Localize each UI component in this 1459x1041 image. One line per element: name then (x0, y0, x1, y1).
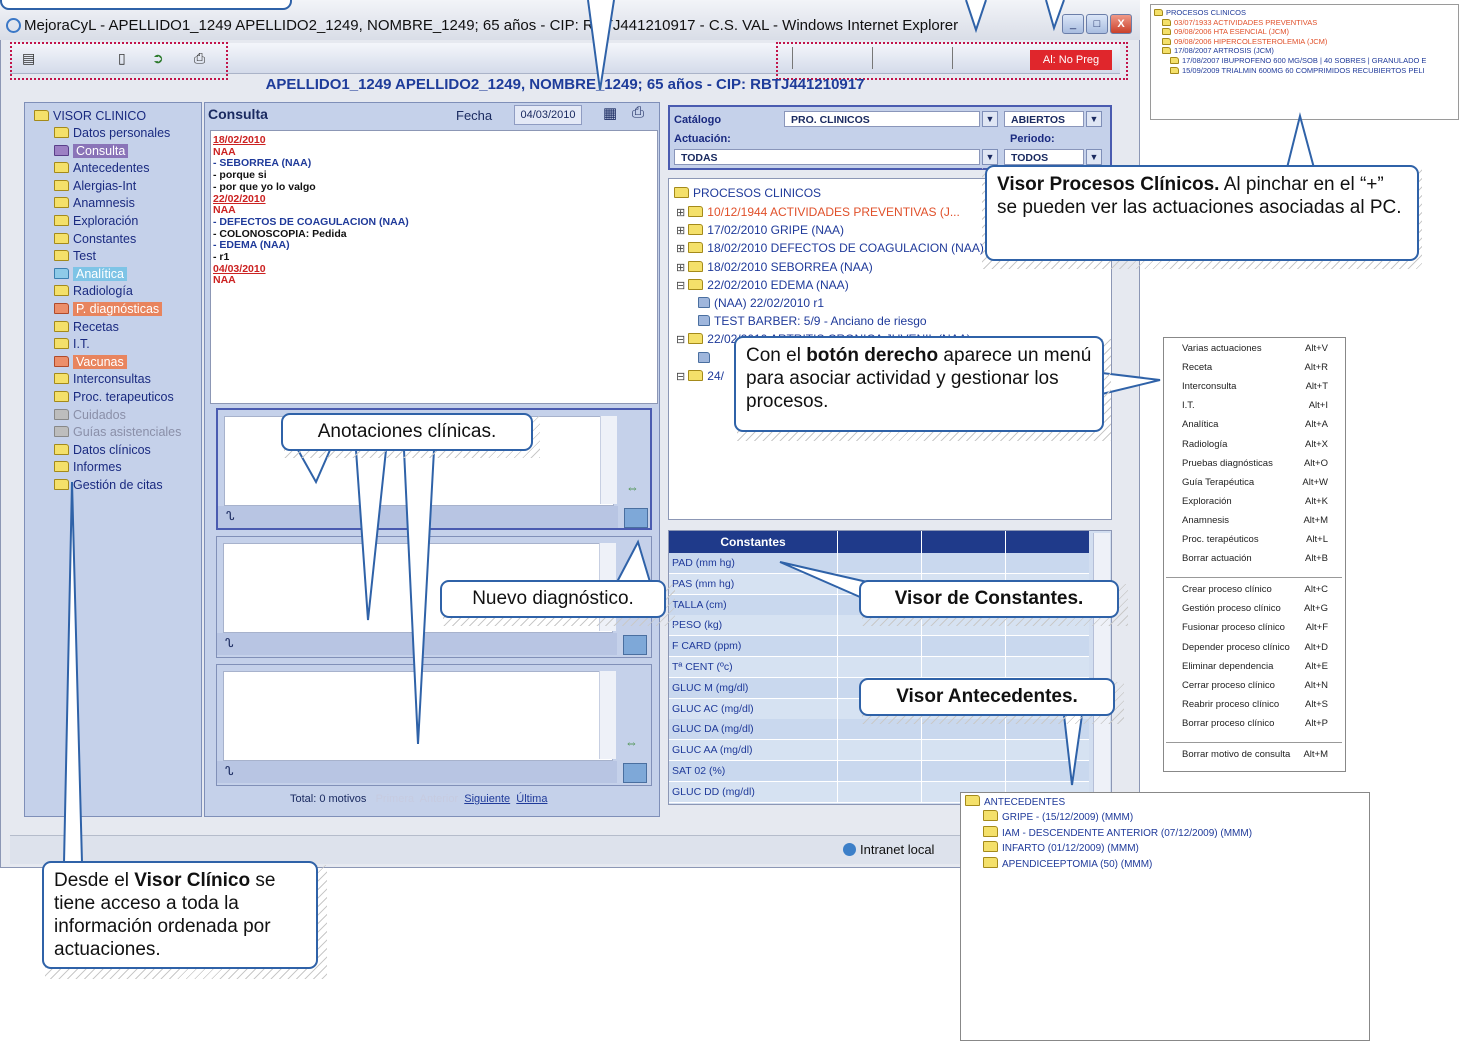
callout-visor-clinico: Desde el Visor Clínico se tiene acceso a… (42, 861, 318, 969)
callout-nuevo-diagnostico: Nuevo diagnóstico. (440, 580, 666, 618)
callout-visor-procesos: Visor Procesos Clínicos. Al pinchar en e… (985, 165, 1419, 261)
callout-visor-antecedentes: Visor Antecedentes. (859, 678, 1115, 716)
callout-visor-constantes: Visor de Constantes. (859, 580, 1119, 618)
callout-top-edge (0, 0, 292, 10)
callout-boton-derecho: Con el botón derecho aparece un menú par… (734, 336, 1104, 432)
callout-anotaciones: Anotaciones clínicas. (281, 413, 533, 451)
